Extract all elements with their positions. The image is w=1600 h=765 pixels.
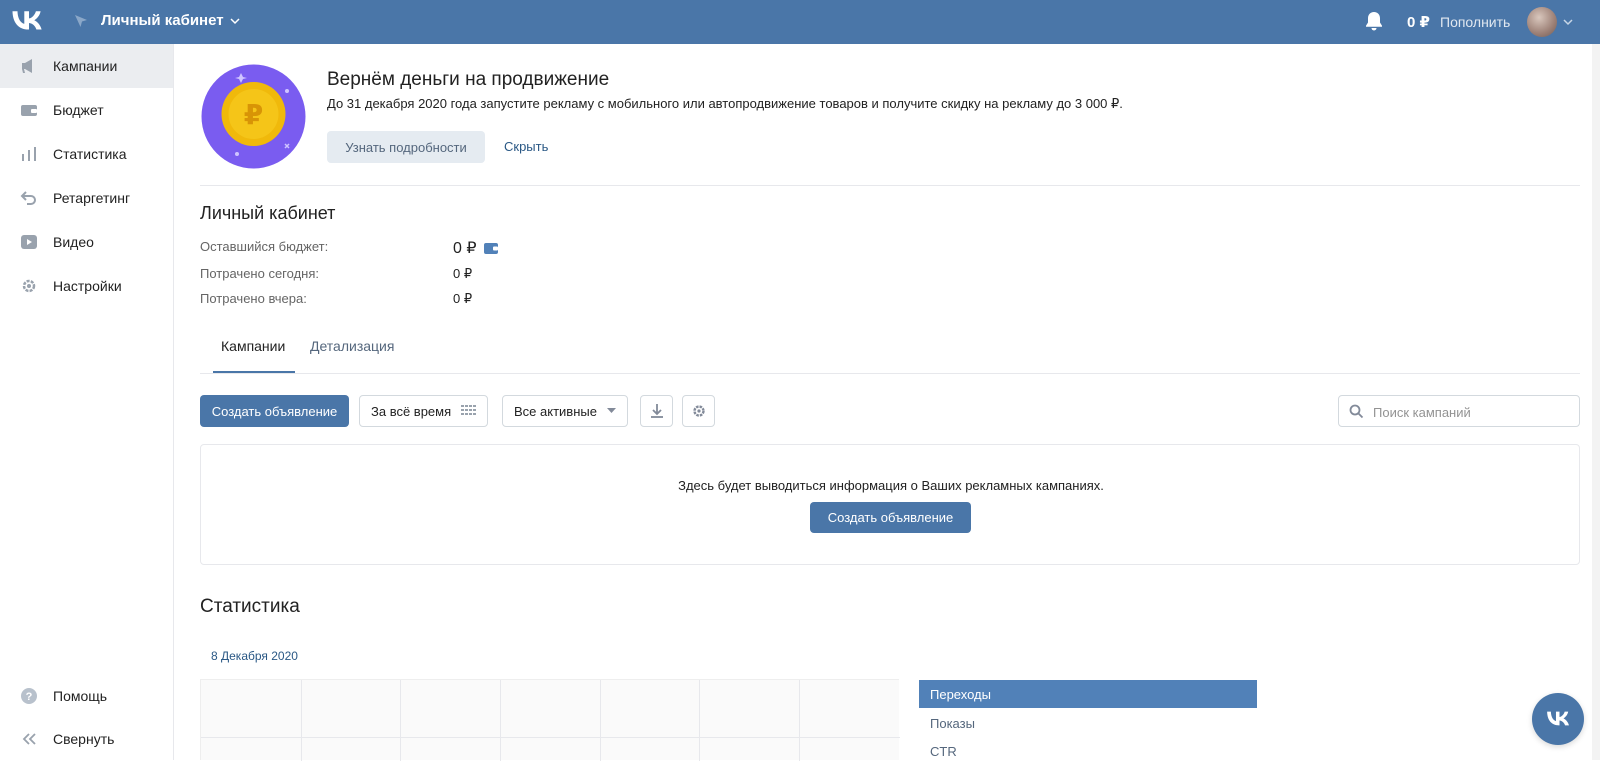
bar-chart-icon: [22, 147, 36, 161]
vk-logo-icon: [1547, 711, 1569, 726]
avatar[interactable]: [1527, 7, 1557, 37]
sidebar: Кампании Бюджет Статистика Ретаргетинг В…: [0, 44, 174, 760]
empty-state-text: Здесь будет выводиться информация о Ваши…: [678, 478, 1104, 493]
statistics-date[interactable]: 8 Декабря 2020: [211, 649, 298, 663]
hide-promo-button[interactable]: Скрыть: [504, 139, 548, 154]
chevron-down-icon[interactable]: [1563, 18, 1573, 26]
vk-chat-button[interactable]: [1532, 693, 1584, 745]
search-input[interactable]: [1373, 402, 1573, 422]
grid-line: [201, 737, 900, 738]
tab-campaigns[interactable]: Кампании: [221, 338, 285, 354]
cabinet-title: Личный кабинет: [200, 203, 336, 223]
learn-more-button[interactable]: Узнать подробности: [327, 131, 485, 163]
grid-line: [600, 680, 601, 761]
megaphone-icon: [22, 59, 32, 73]
cabinet-switcher-label: Личный кабинет: [101, 12, 224, 29]
sidebar-item-help[interactable]: ? Помощь: [0, 674, 173, 718]
sidebar-item-label: Статистика: [53, 146, 127, 162]
sidebar-collapse[interactable]: Свернуть: [0, 717, 173, 761]
create-ad-button[interactable]: Создать объявление: [810, 502, 971, 533]
spent-today-label: Потрачено сегодня:: [200, 266, 319, 281]
bell-icon[interactable]: [1364, 11, 1384, 32]
divider: [200, 185, 1580, 186]
sidebar-item-label: Помощь: [53, 688, 108, 704]
sidebar-item-label: Кампании: [53, 58, 118, 74]
double-chevron-left-icon: [22, 733, 36, 745]
vk-logo-icon[interactable]: [11, 9, 43, 33]
calendar-grid-icon: [461, 405, 477, 415]
play-icon: [21, 235, 37, 249]
download-icon: [650, 404, 663, 418]
sidebar-item-budget[interactable]: Бюджет: [0, 88, 173, 132]
grid-line: [500, 680, 501, 761]
svg-text:?: ?: [26, 691, 33, 703]
promo-title: Вернём деньги на продвижение: [327, 69, 610, 90]
spent-yesterday-value: 0 ₽: [453, 291, 473, 306]
return-arrow-icon: [20, 191, 36, 205]
coin-promo-icon: ₽: [201, 64, 306, 169]
top-bar: Личный кабинет 0 ₽ Пополнить: [0, 0, 1600, 44]
promo-text: До 31 декабря 2020 года запустите реклам…: [327, 96, 1123, 111]
campaign-search[interactable]: [1338, 395, 1580, 427]
tab-details[interactable]: Детализация: [310, 338, 394, 354]
balance-value: 0 ₽: [1407, 14, 1430, 31]
remaining-budget-label: Оставшийся бюджет:: [200, 239, 329, 254]
location-arrow-icon: [75, 15, 87, 27]
sidebar-item-statistics[interactable]: Статистика: [0, 132, 173, 176]
wallet-icon[interactable]: [483, 241, 499, 255]
spent-today-value: 0 ₽: [453, 266, 473, 281]
period-filter-button[interactable]: За всё время: [359, 395, 489, 427]
svg-text:₽: ₽: [244, 98, 263, 131]
download-button[interactable]: [640, 395, 673, 427]
status-filter-label: Все активные: [514, 403, 597, 419]
status-filter-dropdown[interactable]: Все активные: [502, 395, 628, 427]
spent-yesterday-label: Потрачено вчера:: [200, 291, 307, 306]
sidebar-item-video[interactable]: Видео: [0, 220, 173, 264]
grid-line: [799, 680, 800, 761]
statistics-title: Статистика: [200, 596, 300, 617]
grid-line: [400, 680, 401, 761]
search-icon: [1349, 404, 1364, 419]
sidebar-item-campaigns[interactable]: Кампании: [0, 44, 173, 88]
sidebar-item-settings[interactable]: Настройки: [0, 264, 173, 308]
sidebar-item-label: Ретаргетинг: [53, 190, 131, 206]
scrollbar[interactable]: [1592, 44, 1600, 760]
question-icon: ?: [21, 688, 37, 704]
metric-clicks[interactable]: Переходы: [919, 680, 1257, 708]
sidebar-item-label: Бюджет: [53, 102, 104, 118]
settings-button[interactable]: [682, 395, 715, 427]
period-filter-label: За всё время: [371, 403, 452, 419]
metric-impressions[interactable]: Показы: [919, 709, 1257, 737]
create-ad-button[interactable]: Создать объявление: [200, 395, 349, 427]
sidebar-item-retargeting[interactable]: Ретаргетинг: [0, 176, 173, 220]
wallet-icon: [21, 105, 37, 116]
grid-line: [699, 680, 700, 761]
cabinet-switcher[interactable]: Личный кабинет: [101, 12, 240, 29]
sidebar-item-label: Видео: [53, 234, 94, 250]
statistics-chart-area: [200, 679, 900, 761]
grid-line: [301, 680, 302, 761]
gear-icon: [22, 279, 36, 293]
chevron-down-icon: [230, 17, 240, 24]
metric-ctr[interactable]: CTR: [919, 737, 1257, 765]
caret-down-icon: [606, 408, 616, 413]
gear-icon: [692, 405, 705, 417]
remaining-budget-value: 0 ₽: [453, 238, 499, 258]
remaining-budget-amount: 0 ₽: [453, 240, 477, 257]
sidebar-item-label: Настройки: [53, 278, 122, 294]
campaigns-empty-panel: Здесь будет выводиться информация о Ваши…: [200, 444, 1580, 565]
divider: [200, 373, 1580, 374]
topup-link[interactable]: Пополнить: [1440, 14, 1510, 30]
sidebar-item-label: Свернуть: [53, 731, 115, 747]
